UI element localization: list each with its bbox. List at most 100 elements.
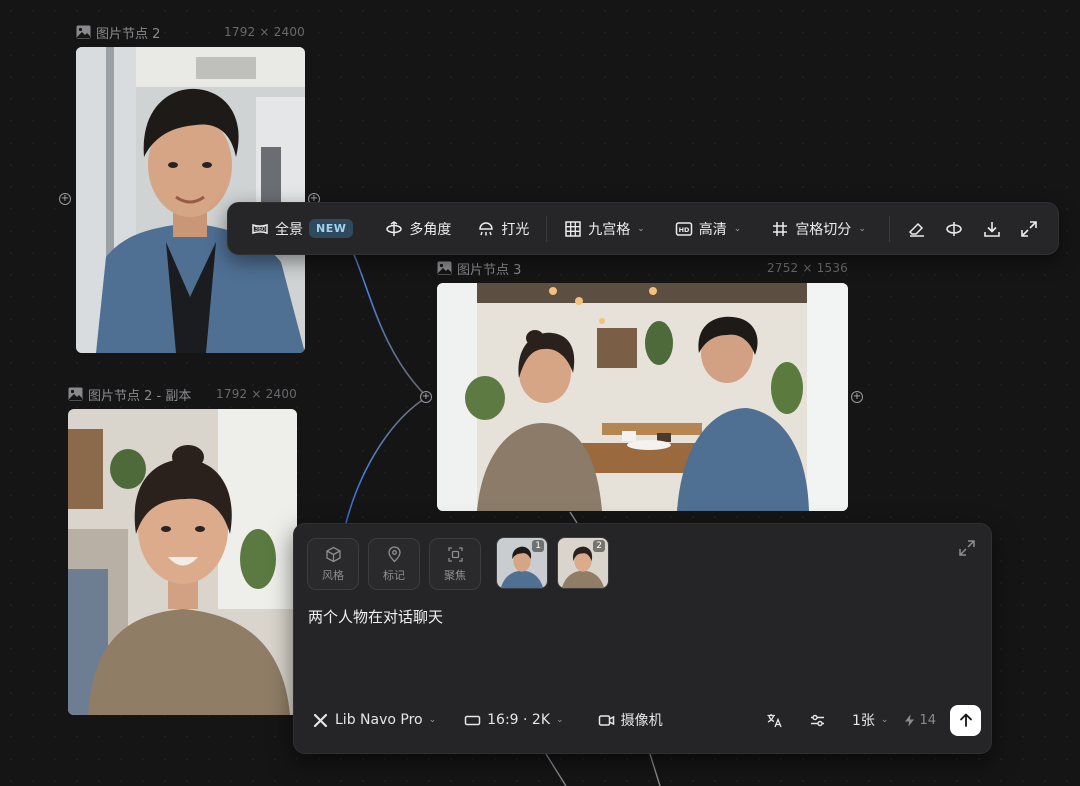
chevron-down-icon: ⌄	[556, 715, 564, 725]
download-icon	[983, 221, 1000, 237]
hd-label: 高清	[698, 221, 727, 238]
prompt-panel: 风格 标记 聚焦 1 2 两个人物在对话聊天 Lib Navo Pro ⌄ 16…	[293, 523, 992, 754]
image-node-woman-copy[interactable]: 图片节点 2 - 副本 1792 × 2400	[68, 387, 297, 715]
toolbar-divider	[888, 215, 890, 242]
reference-number: 1	[532, 540, 544, 552]
camera-button[interactable]: 摄像机	[590, 705, 671, 735]
image-node-cafe[interactable]: 图片节点 3 2752 × 1536 + +	[420, 261, 863, 511]
camera-label: 摄像机	[620, 713, 663, 729]
chevron-down-icon: ⌄	[637, 223, 645, 234]
lighting-label: 打光	[501, 221, 530, 238]
node-output-port[interactable]: +	[851, 391, 863, 403]
toolbar-divider	[546, 215, 548, 242]
image-icon	[437, 261, 452, 275]
style-chip[interactable]: 风格	[307, 538, 359, 590]
panorama-icon: 360	[252, 223, 268, 234]
translate-button[interactable]	[758, 705, 791, 735]
mark-chip[interactable]: 标记	[368, 538, 420, 590]
woman-portrait-image	[68, 409, 297, 715]
focus-chip[interactable]: 聚焦	[429, 538, 481, 590]
node-image-man[interactable]	[76, 47, 305, 353]
mark-chip-label: 标记	[383, 568, 405, 582]
nine-grid-button[interactable]: 九宫格 ⌄	[555, 212, 654, 246]
lightning-icon	[905, 714, 915, 726]
flip-icon	[946, 221, 962, 236]
location-pin-icon	[387, 545, 401, 562]
hd-icon: HD	[675, 221, 693, 236]
chevron-down-icon: ⌄	[880, 715, 889, 725]
flip-button[interactable]	[935, 212, 973, 246]
style-chip-label: 风格	[322, 568, 344, 582]
node-input-port[interactable]: +	[420, 391, 432, 403]
chevron-down-icon: ⌄	[733, 223, 742, 234]
chevron-down-icon: ⌄	[858, 223, 866, 234]
node-title: 图片节点 2 - 副本	[88, 388, 192, 404]
generation-options-bar: Lib Navo Pro ⌄ 16:9 · 2K ⌄ 摄像机 1张 ⌄ 14	[304, 704, 981, 736]
panorama-label: 全景	[275, 221, 303, 238]
nine-grid-label: 九宫格	[588, 221, 631, 238]
multi-angle-label: 多角度	[409, 221, 452, 238]
eraser-button[interactable]	[898, 212, 936, 246]
aspect-ratio-label: 16:9 · 2K	[487, 712, 551, 728]
node-title: 图片节点 3	[457, 262, 522, 278]
man-portrait-image	[76, 47, 305, 353]
sliders-icon	[810, 714, 824, 726]
credit-cost: 14	[896, 713, 944, 728]
aspect-ratio-icon	[464, 715, 481, 725]
image-icon	[68, 387, 83, 401]
node-input-port[interactable]: +	[59, 193, 71, 205]
new-badge: NEW	[309, 219, 354, 238]
count-label: 1张	[851, 713, 875, 729]
model-label: Lib Navo Pro	[335, 712, 423, 728]
panorama-button[interactable]: 360 全景 NEW	[242, 212, 362, 246]
node-dimensions: 1792 × 2400	[224, 25, 305, 39]
cafe-scene-image	[437, 283, 848, 511]
hash-grid-icon	[773, 221, 788, 236]
image-edit-toolbar: 360 全景 NEW 多角度 打光 九宫格 ⌄ HD 高清 ⌄ 宫格切分 ⌄	[227, 202, 1059, 255]
fullscreen-icon	[1021, 220, 1038, 237]
grid-split-button[interactable]: 宫格切分 ⌄	[762, 212, 875, 246]
reference-image-2[interactable]: 2	[557, 537, 609, 589]
node-image-cafe[interactable]	[437, 283, 848, 511]
node-dimensions: 1792 × 2400	[216, 387, 297, 401]
count-selector[interactable]: 1张 ⌄	[844, 705, 896, 735]
expand-icon[interactable]	[957, 538, 977, 558]
model-logo-icon	[313, 713, 328, 727]
svg-text:360: 360	[254, 226, 266, 233]
node-title: 图片节点 2	[96, 26, 161, 42]
grid-icon	[565, 220, 581, 237]
grid-split-label: 宫格切分	[795, 221, 852, 238]
eraser-icon	[908, 222, 924, 237]
reference-image-1[interactable]: 1	[496, 537, 548, 589]
image-node-man[interactable]: 图片节点 2 1792 × 2400 + +	[59, 25, 320, 353]
credit-count: 14	[919, 712, 936, 728]
fullscreen-button[interactable]	[1010, 212, 1048, 246]
image-icon	[76, 25, 91, 39]
model-selector[interactable]: Lib Navo Pro ⌄	[304, 705, 444, 735]
download-button[interactable]	[973, 212, 1011, 246]
node-header: 图片节点 3 2752 × 1536	[437, 259, 848, 278]
node-image-woman[interactable]	[68, 409, 297, 715]
chevron-down-icon: ⌄	[428, 715, 437, 725]
aspect-ratio-selector[interactable]: 16:9 · 2K ⌄	[456, 705, 571, 735]
rotate-3d-icon	[386, 220, 403, 236]
focus-frame-icon	[447, 546, 463, 562]
settings-button[interactable]	[801, 705, 834, 735]
lighting-button[interactable]: 打光	[468, 212, 538, 246]
node-dimensions: 2752 × 1536	[767, 261, 848, 275]
focus-chip-label: 聚焦	[444, 568, 466, 582]
prompt-input[interactable]: 两个人物在对话聊天	[308, 606, 968, 686]
send-button[interactable]	[950, 704, 981, 736]
reference-number: 2	[593, 540, 605, 552]
cube-icon	[325, 546, 341, 562]
node-canvas[interactable]: 图片节点 2 1792 × 2400 + + 图片节点 2 - 副本 1792 …	[0, 0, 1080, 786]
hd-button[interactable]: HD 高清 ⌄	[666, 212, 751, 246]
node-header: 图片节点 2 1792 × 2400	[76, 23, 305, 42]
node-header: 图片节点 2 - 副本 1792 × 2400	[68, 385, 297, 404]
translate-icon	[767, 713, 782, 727]
arrow-up-icon	[959, 713, 972, 727]
svg-text:HD: HD	[678, 226, 689, 234]
camera-icon	[598, 714, 614, 726]
multi-angle-button[interactable]: 多角度	[376, 212, 460, 246]
light-icon	[479, 221, 494, 235]
